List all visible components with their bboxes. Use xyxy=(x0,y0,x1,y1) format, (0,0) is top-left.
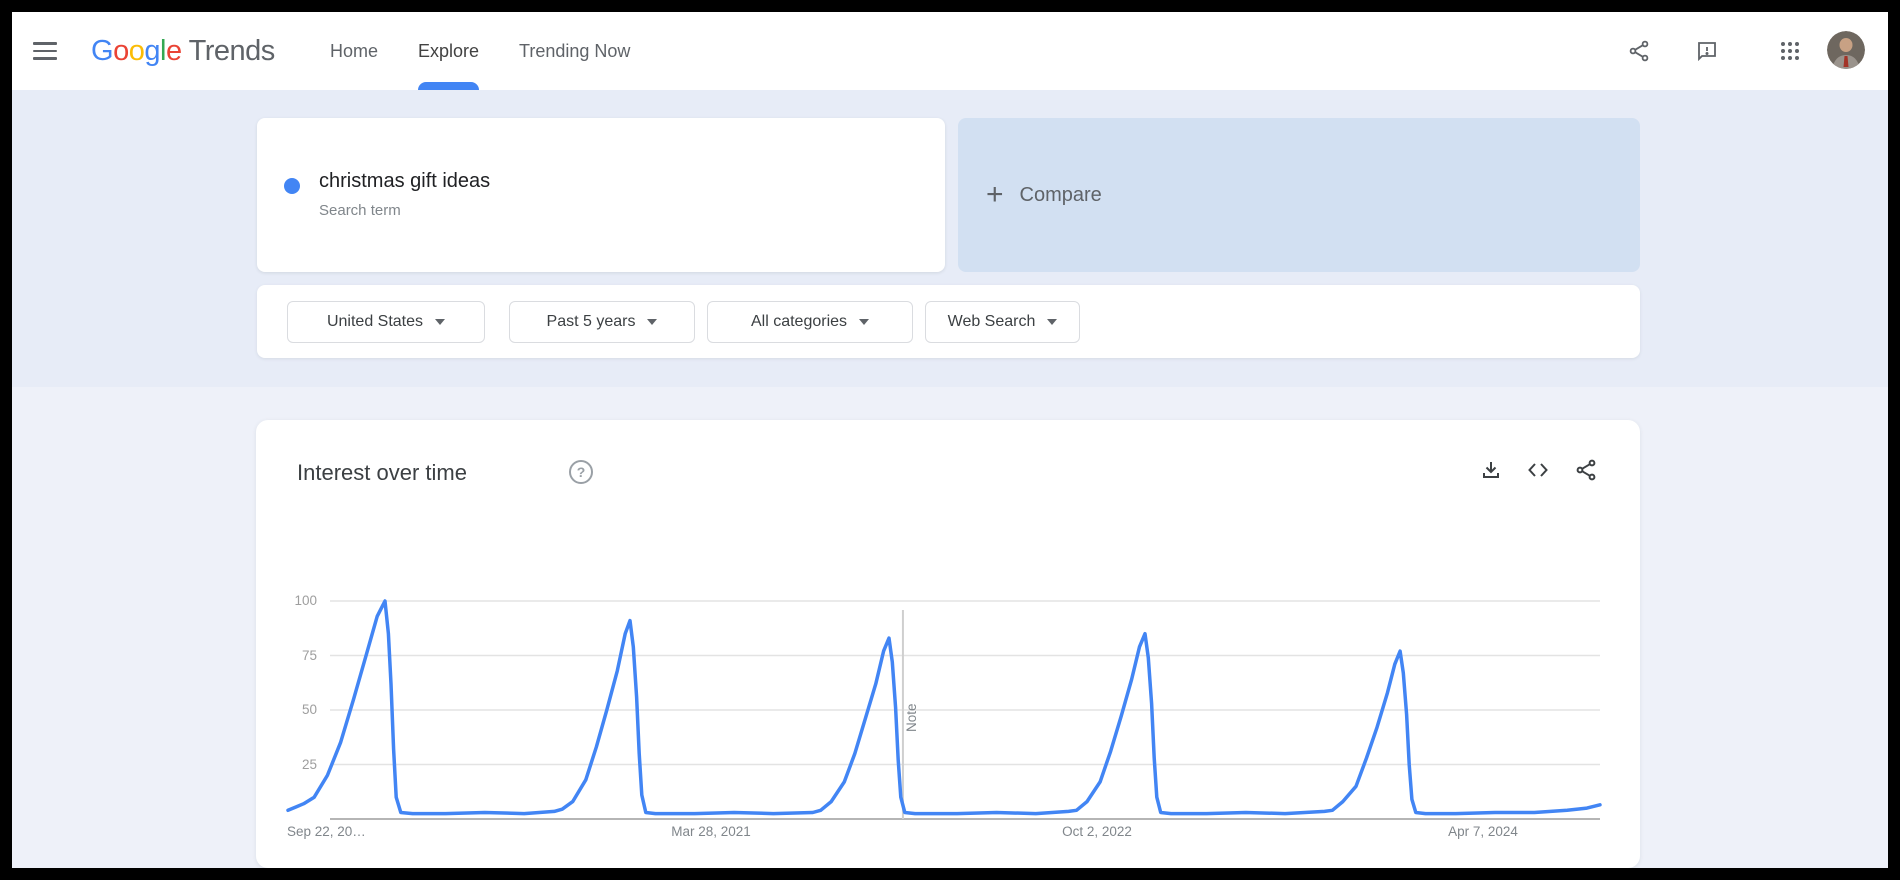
x-axis-tick: Mar 28, 2021 xyxy=(671,824,751,839)
feedback-icon[interactable] xyxy=(1687,31,1727,71)
chevron-down-icon xyxy=(647,319,657,325)
download-icon[interactable] xyxy=(1473,452,1509,488)
tab-explore[interactable]: Explore xyxy=(418,12,479,90)
filter-timerange-dropdown[interactable]: Past 5 years xyxy=(509,301,695,343)
search-term-card[interactable]: christmas gift ideas Search term xyxy=(257,118,945,272)
x-axis-tick: Sep 22, 20… xyxy=(287,824,366,839)
tab-home[interactable]: Home xyxy=(330,12,378,90)
screenshot-frame: Google Trends Home Explore Trending Now xyxy=(0,0,1900,880)
chevron-down-icon xyxy=(1047,319,1057,325)
x-axis-tick: Apr 7, 2024 xyxy=(1448,824,1518,839)
apps-grid-icon[interactable] xyxy=(1770,31,1810,71)
add-comparison-button[interactable]: + Compare xyxy=(958,118,1640,272)
filter-category-dropdown[interactable]: All categories xyxy=(707,301,913,343)
interest-over-time-card: Interest over time ? xyxy=(256,420,1640,868)
embed-icon[interactable] xyxy=(1520,452,1556,488)
note-marker-label[interactable]: Note xyxy=(904,686,919,732)
logo-suffix: Trends xyxy=(189,35,275,68)
plus-icon: + xyxy=(986,180,1004,210)
chart-title: Interest over time xyxy=(297,460,467,486)
google-trends-page: Google Trends Home Explore Trending Now xyxy=(12,12,1888,868)
compare-label: Compare xyxy=(1020,184,1102,207)
y-axis-tick: 25 xyxy=(267,757,317,772)
search-term-type: Search term xyxy=(319,202,401,219)
chevron-down-icon xyxy=(859,319,869,325)
filter-region-dropdown[interactable]: United States xyxy=(287,301,485,343)
query-section: christmas gift ideas Search term + Compa… xyxy=(12,90,1888,387)
avatar[interactable] xyxy=(1827,31,1865,69)
filter-bar: United States Past 5 years All categorie… xyxy=(257,285,1640,358)
y-axis-tick: 100 xyxy=(267,593,317,608)
chevron-down-icon xyxy=(435,319,445,325)
x-axis-tick: Oct 2, 2022 xyxy=(1062,824,1132,839)
filter-searchtype-dropdown[interactable]: Web Search xyxy=(925,301,1080,343)
share-icon[interactable] xyxy=(1568,452,1604,488)
results-section: Interest over time ? xyxy=(12,387,1888,868)
series-color-dot xyxy=(284,178,300,194)
y-axis-tick: 50 xyxy=(267,702,317,717)
menu-icon[interactable] xyxy=(33,39,57,63)
main-nav: Home Explore Trending Now xyxy=(330,12,630,90)
app-logo[interactable]: Google Trends xyxy=(91,12,275,90)
active-tab-underline xyxy=(418,82,479,90)
app-header: Google Trends Home Explore Trending Now xyxy=(12,12,1888,90)
y-axis-tick: 75 xyxy=(267,648,317,663)
help-icon[interactable]: ? xyxy=(569,460,593,484)
tab-trending-now[interactable]: Trending Now xyxy=(519,12,630,90)
share-icon[interactable] xyxy=(1619,31,1659,71)
search-term-text: christmas gift ideas xyxy=(319,170,490,193)
trend-chart-svg xyxy=(272,572,1616,824)
logo-google: Google xyxy=(91,35,182,68)
